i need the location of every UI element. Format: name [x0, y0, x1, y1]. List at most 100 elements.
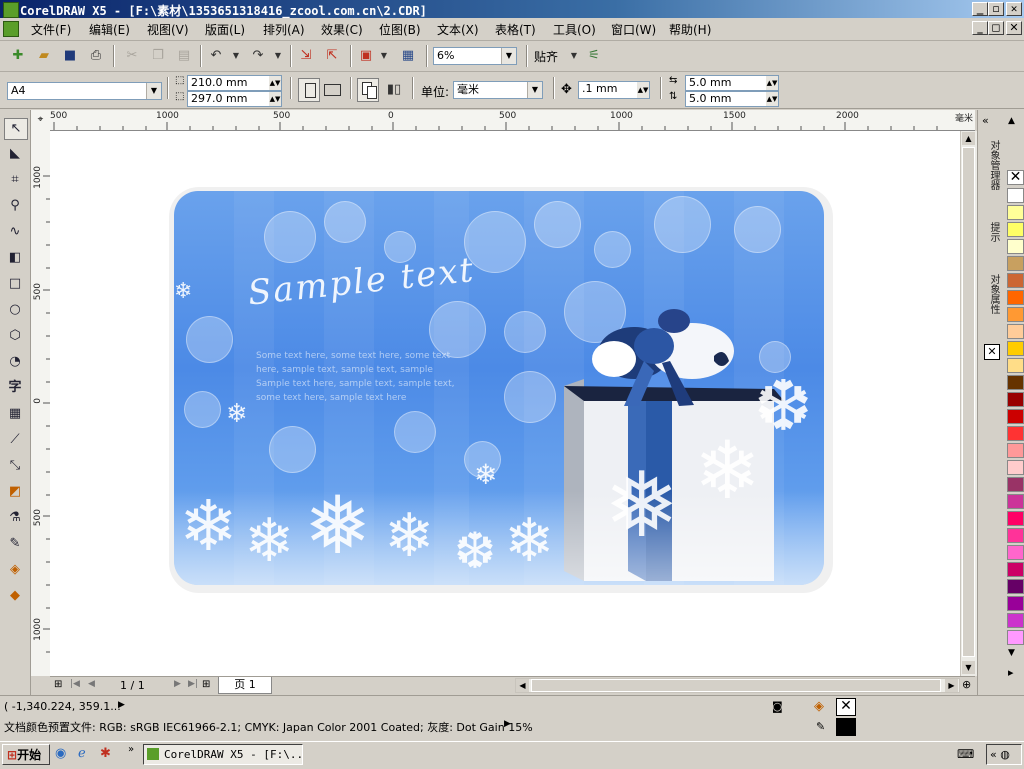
color-swatch[interactable]	[1007, 256, 1024, 271]
eyedropper-tool-icon[interactable]: ⚗	[4, 508, 26, 528]
menu-tools[interactable]: 工具(O)	[553, 21, 596, 38]
ie-icon[interactable]: ℯ	[78, 746, 86, 761]
menu-view[interactable]: 视图(V)	[147, 21, 189, 38]
keyboard-icon[interactable]: ⌨	[957, 747, 974, 761]
unit-combo[interactable]: 毫米 ▼	[453, 81, 543, 99]
tray-expand-icon[interactable]: «	[990, 748, 997, 761]
menu-layout[interactable]: 版面(L)	[205, 21, 245, 38]
color-swatch[interactable]	[1007, 392, 1024, 407]
chevron-down-icon[interactable]: ▼	[527, 82, 542, 98]
scroll-left-icon[interactable]: ◀	[516, 679, 529, 692]
palette-scroll-down-icon[interactable]: ▼	[1008, 648, 1015, 658]
color-swatch[interactable]	[1007, 494, 1024, 509]
color-swatch[interactable]	[1007, 222, 1024, 237]
scroll-up-icon[interactable]: ▲	[962, 132, 975, 145]
page-width-field[interactable]: 210.0 mm ▲▼	[187, 75, 282, 91]
undo-dropdown-icon[interactable]: ▼	[226, 46, 246, 66]
expand-status-icon[interactable]: ▶	[118, 700, 125, 710]
vertical-scrollbar[interactable]: ▲ ▼	[960, 131, 977, 676]
all-pages-button[interactable]	[357, 78, 379, 102]
start-button[interactable]: ⊞开始	[2, 744, 50, 765]
print-icon[interactable]: ⎙	[86, 46, 106, 66]
smart-fill-tool-icon[interactable]: ◧	[4, 248, 26, 268]
add-page-icon[interactable]: ⊞	[54, 679, 62, 690]
previous-page-icon[interactable]: ◀	[88, 679, 95, 689]
quicklaunch-expand-icon[interactable]: »	[128, 744, 134, 755]
color-swatch[interactable]	[1007, 579, 1024, 594]
coreldraw-app-icon[interactable]	[3, 2, 19, 18]
object-manager-tab[interactable]: 对象管理器	[981, 140, 1001, 190]
scroll-down-icon[interactable]: ▼	[962, 661, 975, 674]
page-tab[interactable]: 页 1	[218, 677, 272, 694]
color-swatch[interactable]	[1007, 273, 1024, 288]
new-icon[interactable]: ✚	[8, 46, 28, 66]
document-icon[interactable]	[3, 21, 19, 37]
nudge-distance-field[interactable]: .1 mm ▲▼	[578, 81, 650, 99]
palette-scroll-up-icon[interactable]: ▲	[1008, 116, 1015, 126]
tray-app-icon[interactable]: ◍	[1000, 748, 1010, 761]
crop-tool-icon[interactable]: ⌗	[4, 170, 26, 190]
close-button[interactable]: ✕	[1006, 2, 1022, 16]
color-swatch[interactable]	[1007, 528, 1024, 543]
import-icon[interactable]: ⇲	[296, 46, 316, 66]
color-swatch[interactable]	[1007, 375, 1024, 390]
color-swatch[interactable]	[1007, 358, 1024, 373]
menu-window[interactable]: 窗口(W)	[611, 21, 656, 38]
taskbar-coreldraw-button[interactable]: CorelDRAW X5 - [F:\...	[143, 744, 303, 765]
scroll-right-icon[interactable]: ▶	[945, 679, 958, 692]
drawing-canvas[interactable]: Sample text Some text here, some text he…	[50, 131, 960, 676]
color-swatch[interactable]	[1007, 307, 1024, 322]
chevron-down-icon[interactable]: ▼	[146, 83, 161, 99]
navigator-icon[interactable]: ⊕	[962, 678, 971, 691]
color-swatch[interactable]	[1007, 188, 1024, 203]
paste-icon[interactable]: ▤	[174, 46, 194, 66]
paper-size-combo[interactable]: A4 ▼	[7, 82, 162, 100]
first-page-icon[interactable]: |◀	[70, 679, 80, 689]
hints-tab[interactable]: 提示	[981, 222, 1001, 242]
object-properties-tab[interactable]: 对象属性	[981, 274, 1001, 314]
copy-icon[interactable]: ❐	[148, 46, 168, 66]
blend-tool-icon[interactable]: ◩	[4, 482, 26, 502]
rectangle-tool-icon[interactable]: □	[4, 274, 26, 294]
outline-color-swatch[interactable]	[836, 718, 856, 736]
browser-icon[interactable]: ◉	[55, 746, 66, 761]
cut-icon[interactable]: ✂	[122, 46, 142, 66]
doc-close-button[interactable]: ✕	[1006, 21, 1022, 35]
palette-expand-icon[interactable]: ▸	[1008, 666, 1014, 679]
color-swatch[interactable]	[1007, 613, 1024, 628]
menu-arrange[interactable]: 排列(A)	[263, 21, 305, 38]
export-icon[interactable]: ⇱	[322, 46, 342, 66]
color-swatch[interactable]	[1007, 630, 1024, 645]
chevron-down-icon[interactable]: ▼	[501, 48, 516, 64]
collapse-docker-icon[interactable]: «	[982, 114, 989, 127]
menu-help[interactable]: 帮助(H)	[669, 21, 711, 38]
outline-pen-icon[interactable]: ✎	[4, 534, 26, 554]
scroll-thumb[interactable]	[531, 679, 941, 692]
ellipse-tool-icon[interactable]: ○	[4, 300, 26, 320]
welcome-screen-icon[interactable]: ▦	[398, 46, 418, 66]
horizontal-ruler[interactable]: 500 1000 500 0 500 1000 1500 2000 毫米	[50, 110, 975, 131]
close-docker-icon[interactable]: ✕	[984, 344, 1000, 360]
open-icon[interactable]: ▰	[34, 46, 54, 66]
snapshot-icon[interactable]: ◙	[772, 700, 783, 713]
color-swatch[interactable]	[1007, 205, 1024, 220]
menu-edit[interactable]: 编辑(E)	[89, 21, 130, 38]
zoom-level-combo[interactable]: 6% ▼	[433, 47, 517, 65]
save-icon[interactable]: ■	[60, 46, 80, 66]
interactive-fill-icon[interactable]: ◆	[4, 586, 26, 606]
color-swatch[interactable]	[1007, 545, 1024, 560]
dimension-tool-icon[interactable]: ⟋	[4, 430, 26, 450]
color-swatch[interactable]	[1007, 596, 1024, 611]
current-page-icon[interactable]: ▮▯	[384, 80, 404, 100]
menu-text[interactable]: 文本(X)	[437, 21, 479, 38]
quicklaunch-icon[interactable]: ✱	[100, 746, 111, 761]
ruler-origin-icon[interactable]: ⌖	[31, 110, 51, 131]
spinner-icon[interactable]: ▲▼	[766, 92, 778, 106]
basic-shapes-tool-icon[interactable]: ◔	[4, 352, 26, 372]
color-swatch[interactable]	[1007, 477, 1024, 492]
table-tool-icon[interactable]: ▦	[4, 404, 26, 424]
fill-color-swatch[interactable]: ✕	[836, 698, 856, 716]
color-swatch[interactable]	[1007, 426, 1024, 441]
vertical-ruler[interactable]: 1000 500 0 500 1000	[31, 130, 51, 676]
snap-to-label[interactable]: 贴齐	[534, 48, 558, 65]
